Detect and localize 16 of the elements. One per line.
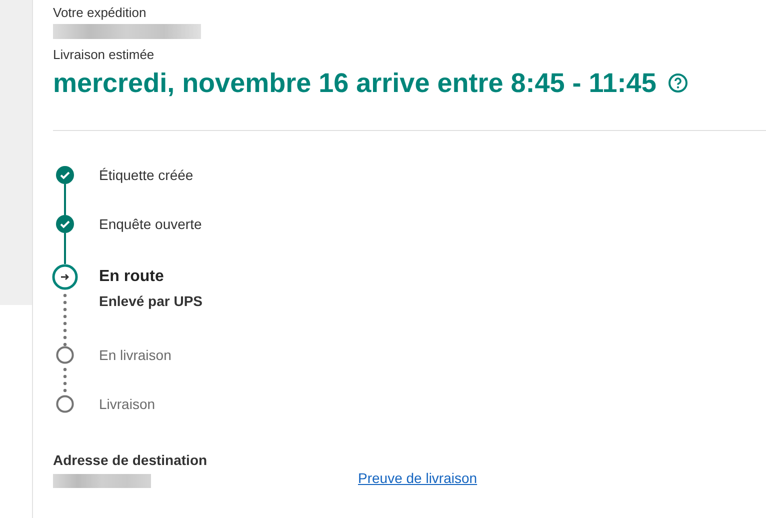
timeline-connector xyxy=(64,184,66,215)
step-title: Livraison xyxy=(99,395,156,413)
step-title: En route xyxy=(99,267,165,287)
section-label: Livraison estimée xyxy=(53,47,156,63)
section-heading: Adresse de destination xyxy=(53,452,208,468)
help-icon[interactable] xyxy=(668,73,688,93)
dotted-connector xyxy=(63,366,67,395)
section-label: Votre expédition xyxy=(53,5,148,21)
dotted-connector xyxy=(63,292,67,346)
timeline-connector xyxy=(64,233,66,264)
step-title: En livraison xyxy=(99,346,172,364)
delivery-estimate: mercredi, novembre 16 arrive entre 8:45 - 11:45 xyxy=(53,67,656,100)
proof-of-delivery-link[interactable]: Preuve de livraison xyxy=(358,468,478,489)
step-title: Étiquette créée xyxy=(99,166,194,184)
step-subtitle: Enlevé par UPS xyxy=(99,292,202,310)
step-title: Enquête ouverte xyxy=(99,215,202,233)
